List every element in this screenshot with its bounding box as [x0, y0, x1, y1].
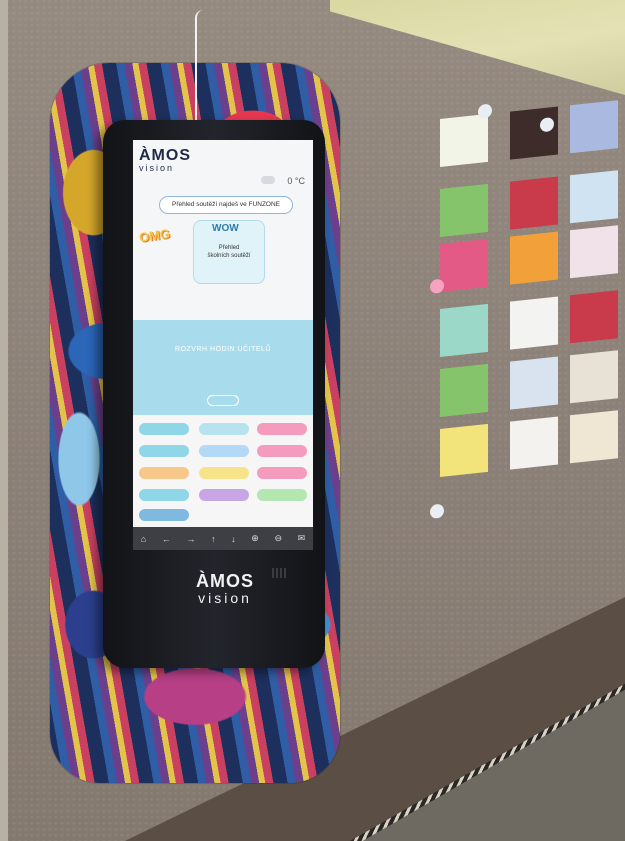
menu-tile[interactable]	[139, 467, 189, 479]
screen-logo-sub: vision	[139, 163, 175, 173]
puzzle-piece	[440, 303, 488, 357]
puzzle-piece	[510, 106, 558, 160]
menu-tile[interactable]	[257, 423, 307, 435]
kiosk-brand-logo: ÀMOS vision	[196, 572, 254, 605]
down-arrow-icon[interactable]: ↓	[231, 534, 236, 544]
temperature-readout: 0 °C	[287, 176, 305, 186]
puzzle-piece	[510, 176, 558, 230]
puzzle-piece	[510, 296, 558, 350]
promo-line-2: školních soutěží	[207, 253, 251, 259]
screen-nav-bar: ⌂ ← → ↑ ↓ ⊕ ⊖ ✉	[133, 527, 313, 550]
puzzle-piece	[440, 423, 488, 477]
puzzle-piece	[570, 225, 618, 279]
home-icon[interactable]: ⌂	[141, 534, 146, 544]
puzzle-artwork-wall	[430, 90, 625, 570]
puzzle-piece	[570, 100, 618, 154]
puzzle-piece	[510, 231, 558, 285]
menu-tile[interactable]	[139, 509, 189, 521]
puzzle-piece	[570, 350, 618, 404]
puzzle-piece	[510, 356, 558, 410]
puzzle-piece	[570, 290, 618, 344]
power-cable	[195, 10, 217, 120]
speaker-grille	[272, 568, 288, 578]
menu-tiles-area	[133, 415, 313, 527]
menu-tile[interactable]	[257, 467, 307, 479]
kiosk-logo-sub: vision	[198, 590, 252, 606]
omg-sticker: OMG	[138, 225, 171, 246]
puzzle-knob	[478, 103, 492, 119]
screen-logo-main: ÀMOS	[139, 147, 191, 164]
schedule-section[interactable]: ROZVRH HODIN UČITELŮ	[133, 320, 313, 415]
menu-tile[interactable]	[199, 423, 249, 435]
menu-tile[interactable]	[139, 445, 189, 457]
kiosk-logo-main: ÀMOS	[196, 571, 254, 591]
puzzle-piece	[510, 416, 558, 470]
menu-tile[interactable]	[199, 489, 249, 501]
menu-tile[interactable]	[139, 423, 189, 435]
cloud-icon	[261, 176, 275, 184]
menu-tile[interactable]	[257, 489, 307, 501]
menu-tile[interactable]	[199, 445, 249, 457]
puzzle-piece	[570, 170, 618, 224]
schedule-open-button[interactable]	[207, 395, 239, 406]
forward-arrow-icon[interactable]: →	[186, 534, 195, 544]
menu-tile[interactable]	[139, 489, 189, 501]
mail-icon[interactable]: ✉	[298, 533, 306, 544]
competitions-promo-card[interactable]: WOW Přehled školních soutěží	[193, 220, 265, 284]
kiosk-screen[interactable]: ÀMOS vision 0 °C Přehled soutěží najdeš …	[133, 140, 313, 550]
puzzle-piece	[440, 113, 488, 167]
menu-tile[interactable]	[199, 467, 249, 479]
zoom-out-icon[interactable]: ⊖	[274, 533, 282, 544]
puzzle-knob	[430, 503, 444, 519]
menu-tile[interactable]	[257, 445, 307, 457]
screen-header-area: ÀMOS vision 0 °C Přehled soutěží najdeš …	[133, 140, 313, 320]
promo-title: WOW	[212, 223, 239, 234]
screen-logo: ÀMOS vision	[139, 148, 191, 173]
puzzle-piece	[440, 238, 488, 292]
promo-line-1: Přehled	[218, 245, 240, 251]
up-arrow-icon[interactable]: ↑	[211, 534, 216, 544]
puzzle-piece	[570, 410, 618, 464]
funzone-banner[interactable]: Přehled soutěží najdeš ve FUNZONE	[159, 196, 293, 214]
puzzle-piece	[440, 363, 488, 417]
back-arrow-icon[interactable]: ←	[162, 534, 171, 544]
schedule-label: ROZVRH HODIN UČITELŮ	[175, 346, 271, 353]
puzzle-piece	[440, 183, 488, 237]
door-frame	[0, 0, 8, 841]
zoom-in-icon[interactable]: ⊕	[251, 533, 259, 544]
